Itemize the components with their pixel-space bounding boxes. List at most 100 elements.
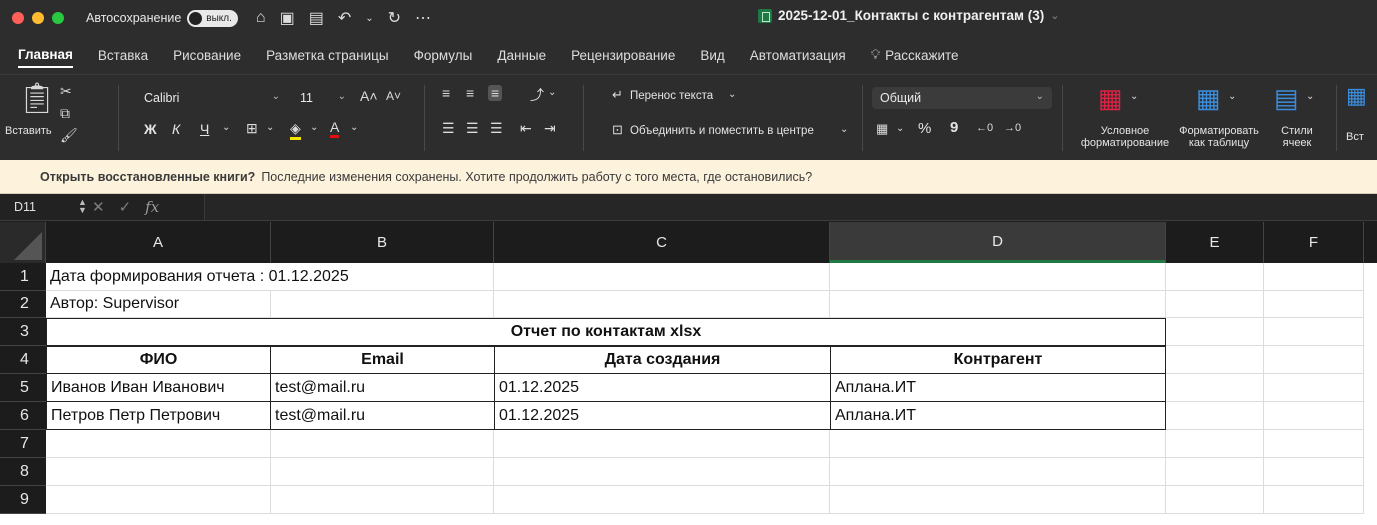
cell-d8[interactable] bbox=[830, 458, 1166, 486]
row-header-1[interactable]: 1 bbox=[0, 263, 46, 291]
cell-b9[interactable] bbox=[271, 486, 494, 514]
cell-a8[interactable] bbox=[46, 458, 271, 486]
select-all-button[interactable] bbox=[0, 222, 46, 263]
cell-d2[interactable] bbox=[830, 291, 1166, 318]
column-header-f[interactable]: F bbox=[1264, 222, 1364, 263]
tab-review[interactable]: Рецензирование bbox=[571, 44, 675, 67]
cell-c7[interactable] bbox=[494, 430, 830, 458]
decrease-font-icon[interactable]: A˅ bbox=[386, 89, 401, 103]
font-name-select[interactable]: Calibri ⌄ bbox=[136, 87, 288, 109]
insert-cells-icon[interactable]: ▦ bbox=[1346, 83, 1367, 109]
font-color-icon[interactable]: A bbox=[330, 119, 340, 138]
row-header-2[interactable]: 2 bbox=[0, 291, 46, 318]
decrease-indent-icon[interactable]: ⇤ bbox=[520, 120, 532, 137]
cell-e2[interactable] bbox=[1166, 291, 1264, 318]
merge-icon[interactable]: ⊡ bbox=[612, 122, 623, 138]
save-icon[interactable]: ▣ bbox=[280, 8, 295, 28]
bold-button[interactable]: Ж bbox=[144, 121, 157, 137]
cell-e6[interactable] bbox=[1166, 402, 1264, 430]
insert-cells-button[interactable]: Вст bbox=[1346, 131, 1364, 143]
chevron-down-icon[interactable]: ⌄ bbox=[728, 89, 736, 100]
increase-decimal-icon[interactable]: ←0 bbox=[976, 122, 993, 134]
cell-a7[interactable] bbox=[46, 430, 271, 458]
number-format-select[interactable]: Общий ⌄ bbox=[872, 87, 1052, 109]
cell-c9[interactable] bbox=[494, 486, 830, 514]
cell-f1[interactable] bbox=[1264, 263, 1364, 291]
save-as-icon[interactable]: ▤ bbox=[309, 8, 324, 28]
name-box-stepper-icon[interactable]: ▲ ▼ bbox=[78, 198, 87, 215]
cell-a1[interactable]: Дата формирования отчета : 01.12.2025 bbox=[46, 263, 349, 291]
format-table-button[interactable]: Форматировать как таблицу bbox=[1172, 125, 1266, 149]
chevron-down-icon[interactable]: ⌄ bbox=[896, 123, 904, 134]
tab-page-layout[interactable]: Разметка страницы bbox=[266, 44, 388, 67]
tab-view[interactable]: Вид bbox=[700, 44, 724, 67]
autosave-toggle[interactable]: выкл. bbox=[187, 9, 238, 27]
notice-question[interactable]: Открыть восстановленные книги? bbox=[40, 170, 255, 184]
cell-f7[interactable] bbox=[1264, 430, 1364, 458]
tab-draw[interactable]: Рисование bbox=[173, 44, 241, 67]
cell-f2[interactable] bbox=[1264, 291, 1364, 318]
align-top-icon[interactable]: ≡ bbox=[442, 85, 450, 101]
cancel-icon[interactable]: ✕ bbox=[92, 198, 105, 216]
cell-b2[interactable] bbox=[271, 291, 494, 318]
home-icon[interactable]: ⌂ bbox=[256, 9, 266, 27]
cell-c5[interactable]: 01.12.2025 bbox=[494, 374, 831, 402]
cell-b6[interactable]: test@mail.ru bbox=[270, 402, 495, 430]
close-window-button[interactable] bbox=[12, 12, 24, 24]
cell-styles-button[interactable]: Стили ячеек bbox=[1272, 125, 1322, 149]
accounting-format-icon[interactable]: ▦ bbox=[876, 121, 888, 137]
tab-automate[interactable]: Автоматизация bbox=[750, 44, 846, 67]
percent-button[interactable]: % bbox=[918, 120, 931, 137]
tab-data[interactable]: Данные bbox=[497, 44, 546, 67]
cell-b7[interactable] bbox=[271, 430, 494, 458]
formula-input[interactable] bbox=[204, 194, 1377, 220]
more-icon[interactable]: ⋯ bbox=[415, 8, 431, 28]
column-header-b[interactable]: B bbox=[271, 222, 494, 263]
chevron-down-icon[interactable]: ⌄ bbox=[1228, 91, 1236, 102]
tab-home[interactable]: Главная bbox=[18, 43, 73, 68]
increase-indent-icon[interactable]: ⇥ bbox=[544, 120, 556, 137]
italic-button[interactable]: К bbox=[172, 121, 180, 137]
format-painter-icon[interactable]: 🖌︎ bbox=[60, 127, 78, 144]
cell-a6[interactable]: Петров Петр Петрович bbox=[46, 402, 271, 430]
chevron-down-icon[interactable]: ⌄ bbox=[266, 122, 274, 133]
column-header-a[interactable]: A bbox=[46, 222, 271, 263]
cell-d7[interactable] bbox=[830, 430, 1166, 458]
cell-f3[interactable] bbox=[1264, 318, 1364, 346]
cell-f4[interactable] bbox=[1264, 346, 1364, 374]
chevron-down-icon[interactable]: ⌄ bbox=[548, 87, 556, 98]
cell-b1[interactable] bbox=[271, 263, 494, 291]
borders-icon[interactable]: ⊞ bbox=[246, 120, 258, 137]
zoom-window-button[interactable] bbox=[52, 12, 64, 24]
comma-style-button[interactable]: 9 bbox=[950, 119, 958, 136]
cell-f9[interactable] bbox=[1264, 486, 1364, 514]
paste-icon[interactable]: 📋︎ bbox=[18, 81, 56, 116]
increase-font-icon[interactable]: A˄ bbox=[360, 88, 378, 104]
wrap-text-icon[interactable]: ↵ bbox=[612, 87, 623, 103]
decrease-decimal-icon[interactable]: →0 bbox=[1004, 122, 1021, 134]
cell-e5[interactable] bbox=[1166, 374, 1264, 402]
cell-e9[interactable] bbox=[1166, 486, 1264, 514]
header-cell-email[interactable]: Email bbox=[270, 346, 495, 374]
copy-icon[interactable]: ⧉ bbox=[60, 105, 70, 122]
row-header-9[interactable]: 9 bbox=[0, 486, 46, 514]
chevron-down-icon[interactable]: ⌄ bbox=[1130, 91, 1138, 102]
format-table-icon[interactable]: ▦ bbox=[1196, 83, 1221, 114]
document-title[interactable]: 2025-12-01_Контакты с контрагентам (3) ⌄ bbox=[758, 8, 1059, 23]
cell-d5[interactable]: Аплана.ИТ bbox=[830, 374, 1166, 402]
tab-insert[interactable]: Вставка bbox=[98, 44, 148, 67]
cell-c1[interactable] bbox=[494, 263, 830, 291]
cell-d1[interactable] bbox=[830, 263, 1166, 291]
confirm-icon[interactable]: ✓ bbox=[119, 198, 132, 216]
row-header-3[interactable]: 3 bbox=[0, 318, 46, 346]
cut-icon[interactable]: ✂ bbox=[60, 83, 72, 100]
chevron-down-icon[interactable]: ⌄ bbox=[365, 13, 373, 24]
align-left-icon[interactable]: ☰ bbox=[442, 120, 455, 137]
cell-e3[interactable] bbox=[1166, 318, 1264, 346]
cell-e8[interactable] bbox=[1166, 458, 1264, 486]
chevron-down-icon[interactable]: ⌄ bbox=[840, 124, 848, 135]
chevron-down-icon[interactable]: ⌄ bbox=[1306, 91, 1314, 102]
cell-f6[interactable] bbox=[1264, 402, 1364, 430]
cell-d9[interactable] bbox=[830, 486, 1166, 514]
minimize-window-button[interactable] bbox=[32, 12, 44, 24]
